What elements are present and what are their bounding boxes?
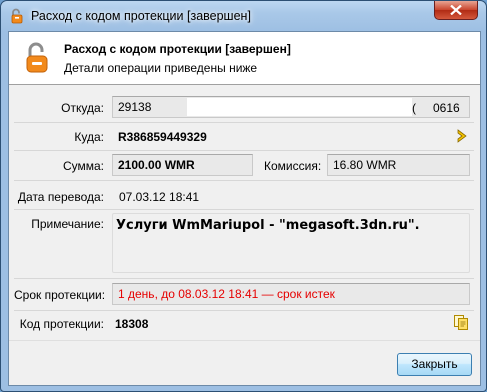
note-label: Примечание: [31, 217, 104, 231]
separator [14, 310, 474, 311]
protection-term-field[interactable]: 1 день, до 08.03.12 18:41 — срок истек [112, 283, 470, 305]
fee-field[interactable]: 16.80 WMR [327, 154, 470, 176]
window-title: Расход с кодом протекции [завершен] [31, 9, 251, 23]
protection-code-label: Код протекции: [19, 317, 104, 331]
separator [14, 122, 474, 123]
close-icon [450, 5, 462, 15]
header-subtitle: Детали операции приведены ниже [64, 61, 258, 75]
from-value-start: 29138 [118, 100, 152, 114]
from-value-end: 0616 [433, 101, 460, 115]
fee-label: Комиссия: [264, 159, 322, 173]
copy-icon[interactable] [453, 314, 469, 330]
separator [14, 150, 474, 151]
footer-separator [9, 340, 480, 341]
from-label: Откуда: [61, 101, 104, 115]
to-value: R386859449329 [118, 130, 207, 144]
unlocked-padlock-icon [26, 42, 48, 73]
dialog-content: Расход с кодом протекции [завершен] Дета… [8, 31, 481, 386]
chevron-right-icon[interactable] [456, 129, 468, 143]
note-value: Услуги WmMariupol - "megasoft.3dn.ru". [116, 218, 420, 233]
protection-code-value: 18308 [115, 317, 149, 331]
sum-field[interactable]: 2100.00 WMR [112, 154, 253, 176]
date-value: 07.03.12 18:41 [119, 190, 200, 204]
sum-label: Сумма: [62, 159, 104, 173]
close-button[interactable]: Закрыть [397, 353, 472, 376]
unlocked-padlock-icon [11, 8, 23, 24]
dialog-window: Расход с кодом протекции [завершен] Расх… [0, 0, 487, 392]
redacted-area [187, 98, 412, 116]
dialog-header: Расход с кодом протекции [завершен] Дета… [9, 32, 480, 85]
separator [14, 209, 474, 210]
window-close-button[interactable] [434, 1, 478, 20]
title-bar[interactable]: Расход с кодом протекции [завершен] [1, 1, 486, 31]
to-label: Куда: [74, 130, 104, 144]
protection-term-label: Срок протекции: [14, 288, 106, 302]
date-label: Дата перевода: [17, 190, 104, 204]
header-title: Расход с кодом протекции [завершен] [64, 42, 291, 56]
separator [14, 278, 474, 279]
from-value-mid: ( [412, 101, 416, 115]
separator [14, 180, 474, 181]
